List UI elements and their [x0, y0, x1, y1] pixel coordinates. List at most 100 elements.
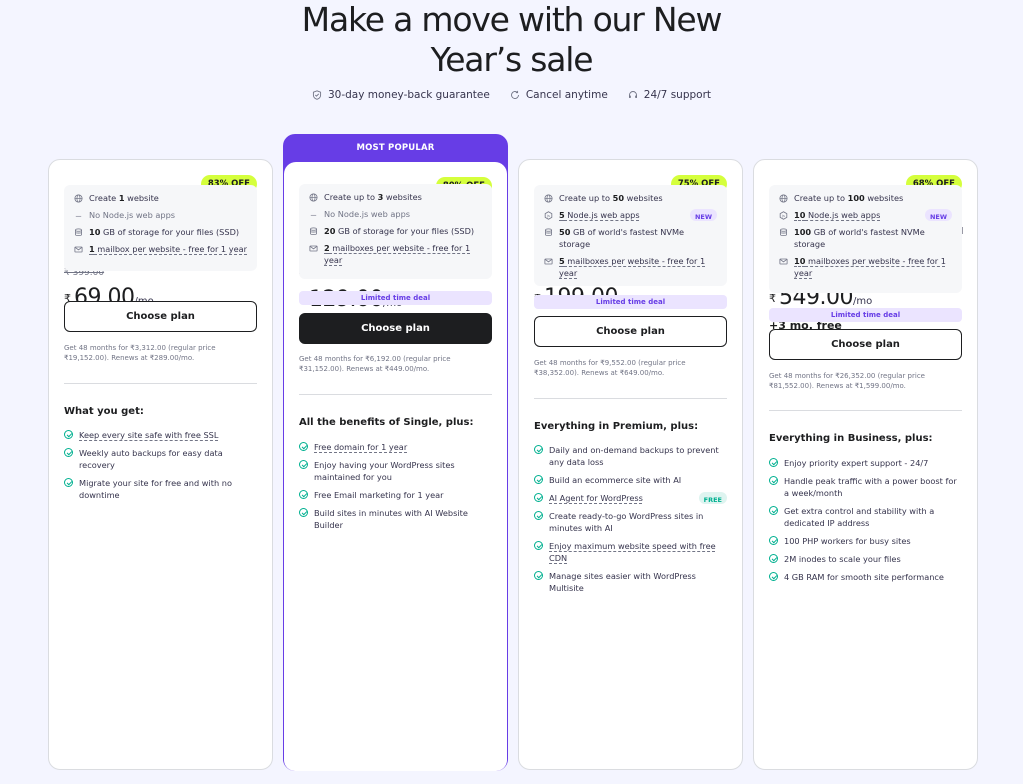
feature-post: Node.js web apps	[805, 210, 881, 220]
included-text: Build an ecommerce site with AI	[549, 475, 682, 485]
choose-plan-button[interactable]: Choose plan	[299, 313, 492, 344]
feature-list: Create up to 100 websites js 10 Node.js we…	[769, 185, 962, 293]
limited-time-deal-badge: Limited time deal	[534, 295, 727, 309]
page-title: Make a move with our New Year’s sale	[0, 0, 1023, 80]
feature-count: 20	[324, 226, 336, 236]
feature-item: Create up to 50 websites	[544, 192, 717, 204]
nodejs-icon: js	[544, 209, 553, 221]
renewal-note: Get 48 months for ₹26,352.00 (regular pr…	[769, 372, 925, 390]
svg-text:js: js	[781, 214, 785, 218]
included-text: Manage sites easier with WordPress Multi…	[549, 571, 696, 593]
database-icon	[309, 225, 318, 237]
included-text: Create ready-to-go WordPress sites in mi…	[549, 511, 704, 533]
includes-title: Everything in Premium, plus:	[534, 421, 699, 432]
feature-text: No Node.js web apps	[89, 209, 247, 221]
guarantee-cancel: Cancel anytime	[510, 89, 608, 101]
check-circle-icon	[534, 571, 543, 580]
feature-item: 20 GB of storage for your files (SSD)	[309, 225, 482, 237]
feature-text: 5 mailboxes per website - free for 1 yea…	[559, 255, 717, 279]
feature-count: 100	[794, 227, 812, 237]
choose-plan-button[interactable]: Choose plan	[769, 329, 962, 360]
feature-text: Create up to 100 websites	[794, 192, 952, 204]
plan-card-premium: MOST POPULAR 80% OFFPremiumEverything you…	[283, 134, 508, 771]
shield-check-icon	[312, 90, 322, 100]
included-text: Handle peak traffic with a power boost f…	[784, 476, 957, 498]
currency-symbol: ₹	[769, 292, 776, 305]
feature-item: 10 mailboxes per website - free for 1 ye…	[779, 255, 952, 279]
included-text: 2M inodes to scale your files	[784, 554, 901, 564]
included-item: 2M inodes to scale your files	[769, 553, 962, 565]
included-item: 100 PHP workers for busy sites	[769, 535, 962, 547]
feature-pre: No Node.js web apps	[324, 209, 411, 219]
feature-list: Create up to 3 websites No Node.js web ap…	[299, 184, 492, 279]
included-text: 4 GB RAM for smooth site performance	[784, 572, 944, 582]
feature-post: GB of storage for your files (SSD)	[335, 226, 475, 236]
feature-post: mailboxes per website - free for 1 year	[559, 256, 706, 278]
plan-card-single: 83% OFFSingleA great solution for beginn…	[48, 159, 273, 770]
included-item: Weekly auto backups for easy data recove…	[64, 447, 257, 471]
feature-post: websites	[624, 193, 663, 203]
choose-plan-button[interactable]: Choose plan	[64, 301, 257, 332]
globe-icon	[779, 192, 788, 204]
headset-icon	[628, 91, 637, 98]
includes-list: Keep every site safe with free SSL Weekly…	[64, 429, 257, 507]
feature-post: GB of world's fastest NVMe storage	[559, 227, 685, 249]
feature-pre: No Node.js web apps	[89, 210, 176, 220]
included-item: Handle peak traffic with a power boost f…	[769, 475, 962, 499]
feature-text: 10 mailboxes per website - free for 1 ye…	[794, 255, 952, 279]
divider	[64, 383, 257, 384]
refresh-icon	[510, 90, 519, 99]
feature-item: 5 mailboxes per website - free for 1 yea…	[544, 255, 717, 279]
included-item: Enjoy maximum website speed with free CD…	[534, 540, 727, 564]
check-circle-icon	[299, 460, 308, 469]
includes-list: Free domain for 1 year Enjoy having your …	[299, 441, 492, 537]
included-item: Build sites in minutes with AI Website B…	[299, 507, 492, 531]
plan-card-business: 75% OFFBusinessMore tools and power for …	[518, 159, 743, 770]
feature-post: websites	[383, 192, 422, 202]
check-circle-icon	[534, 541, 543, 550]
included-text: Enjoy priority expert support - 24/7	[784, 458, 929, 468]
choose-plan-button[interactable]: Choose plan	[534, 316, 727, 347]
included-item: Enjoy priority expert support - 24/7	[769, 457, 962, 469]
feature-count: 100	[847, 193, 865, 203]
feature-item: 10 GB of storage for your files (SSD)	[74, 226, 247, 238]
feature-pre: Create	[89, 193, 119, 203]
divider	[299, 394, 492, 395]
check-circle-icon	[769, 572, 778, 581]
includes-title: Everything in Business, plus:	[769, 433, 933, 444]
check-circle-icon	[769, 458, 778, 467]
feature-pre: Create up to	[794, 193, 848, 203]
included-item: Create ready-to-go WordPress sites in mi…	[534, 510, 727, 534]
database-icon	[779, 226, 788, 238]
feature-count: 10	[794, 256, 806, 266]
renewal-note: Get 48 months for ₹3,312.00 (regular pri…	[64, 344, 216, 362]
feature-post: mailbox per website - free for 1 year	[94, 244, 248, 254]
limited-time-deal-badge: Limited time deal	[769, 308, 962, 322]
included-text: Free Email marketing for 1 year	[314, 490, 444, 500]
feature-item: js 5 Node.js web apps NEW	[544, 209, 717, 221]
feature-post: mailboxes per website - free for 1 year	[324, 243, 471, 265]
feature-item: Create 1 website	[74, 192, 247, 204]
feature-text: Create 1 website	[89, 192, 247, 204]
included-text: Keep every site safe with free SSL	[79, 430, 219, 440]
feature-text: 10 GB of storage for your files (SSD)	[89, 226, 247, 238]
check-circle-icon	[534, 445, 543, 454]
guarantee-badges: 30-day money-back guarantee Cancel anyti…	[0, 89, 1023, 101]
included-item: Enjoy having your WordPress sites mainta…	[299, 459, 492, 483]
renewal-note: Get 48 months for ₹6,192.00 (regular pri…	[299, 355, 451, 373]
title-line-2: Year’s sale	[430, 40, 594, 79]
feature-item: Create up to 100 websites	[779, 192, 952, 204]
included-text: Daily and on-demand backups to prevent a…	[549, 445, 719, 467]
most-popular-banner: MOST POPULAR	[356, 143, 435, 153]
mail-icon	[544, 255, 553, 267]
feature-item: 50 GB of world's fastest NVMe storage	[544, 226, 717, 250]
feature-text: No Node.js web apps	[324, 208, 482, 220]
globe-icon	[309, 191, 318, 203]
price-period: /mo	[852, 296, 873, 307]
feature-text: Create up to 50 websites	[559, 192, 717, 204]
included-item: Migrate your site for free and with no d…	[64, 477, 257, 501]
mail-icon	[309, 242, 318, 254]
feature-post: GB of storage for your files (SSD)	[100, 227, 240, 237]
feature-count: 50	[559, 227, 571, 237]
guarantee-support: 24/7 support	[628, 89, 711, 101]
